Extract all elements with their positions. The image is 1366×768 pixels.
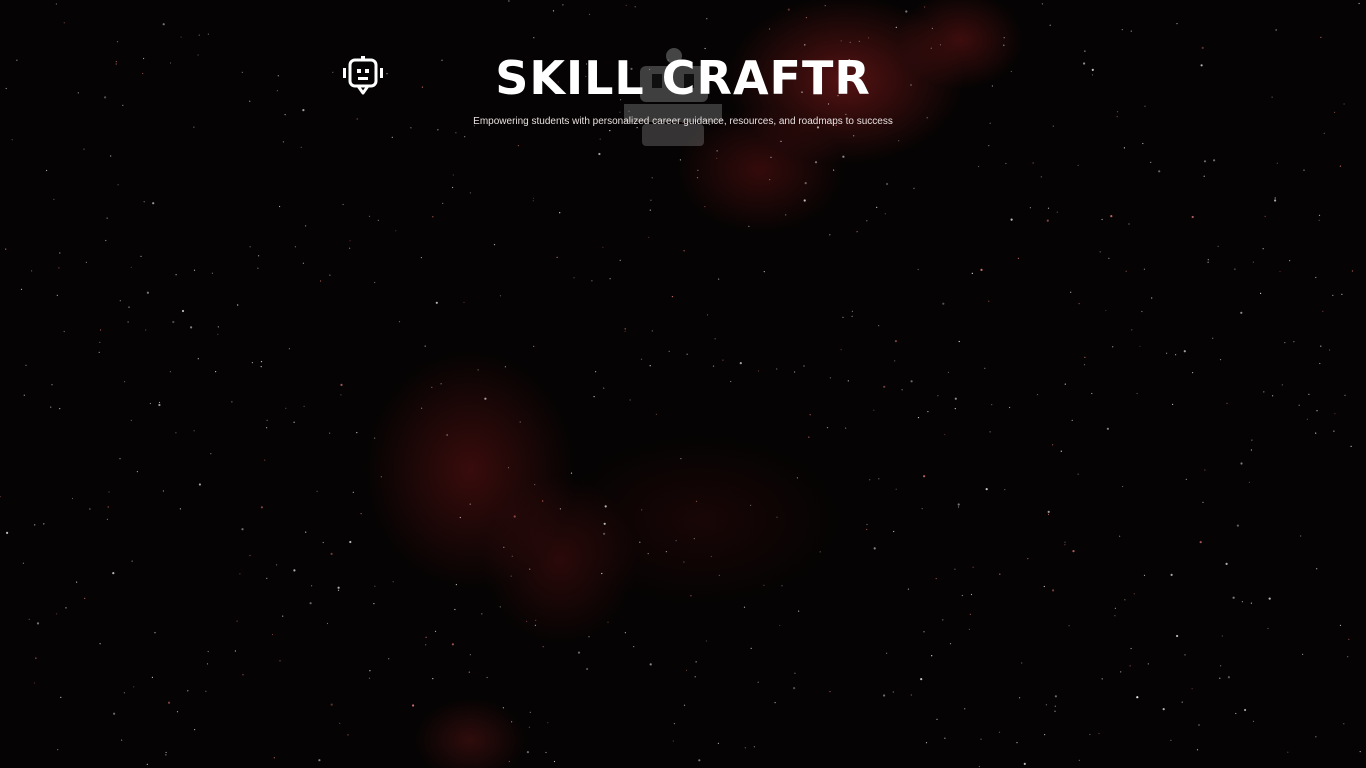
site-header: SKILL CRAFTR Empowering students with pe… (0, 0, 1366, 146)
page-background: SKILL CRAFTR Empowering students with pe… (0, 0, 1366, 768)
brand-title: SKILL CRAFTR (495, 51, 871, 105)
tagline: Empowering students with personalized ca… (473, 116, 893, 127)
